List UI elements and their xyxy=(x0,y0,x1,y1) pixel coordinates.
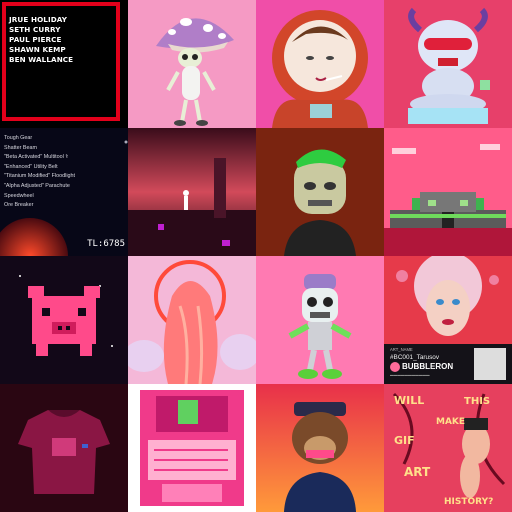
creator-handle: #BC001_Tarusov xyxy=(390,354,440,361)
word-gif: GIF xyxy=(394,434,415,447)
nft-tile-pixel-pig[interactable] xyxy=(0,256,128,384)
player-name: JRUE HOLIDAY xyxy=(9,15,68,24)
skeleton-artwork xyxy=(256,256,384,384)
list-item: Speedwheel xyxy=(4,192,34,199)
shirt-artwork xyxy=(0,384,128,512)
brand-name: BUBBLERON xyxy=(402,362,454,371)
word-history: HISTORY? xyxy=(444,497,493,507)
list-item: "Beta Activated" Multitool ⚕ xyxy=(4,154,69,161)
mushroom-artwork xyxy=(128,0,256,128)
player-name: PAUL PIERCE xyxy=(9,35,62,44)
list-item: "Titanium Modified" Floodlight xyxy=(4,173,76,180)
word-will: WILL xyxy=(394,394,424,407)
nft-tile-skeleton-character[interactable] xyxy=(256,256,384,384)
ape-artwork xyxy=(256,384,384,512)
list-item: Ore Breaker xyxy=(4,202,34,209)
nft-tile-art-history[interactable]: WILL THIS GIF MAKE ART HISTORY? xyxy=(384,384,512,512)
runner-artwork xyxy=(128,128,256,256)
nft-tile-green-hair-character[interactable] xyxy=(256,128,384,256)
list-item: Tough Gear xyxy=(4,135,33,141)
nft-tile-shirt[interactable] xyxy=(0,384,128,512)
word-art: ART xyxy=(404,465,431,479)
castle-artwork xyxy=(384,128,512,256)
green-hair-artwork xyxy=(256,128,384,256)
word-this: THIS xyxy=(464,396,490,407)
list-item: Shatter Beam xyxy=(4,144,37,151)
nft-gallery-grid: JRUE HOLIDAY SETH CURRY PAUL PIERCE SHAW… xyxy=(0,0,512,512)
meditating-artwork xyxy=(384,0,512,128)
floppy-artwork xyxy=(128,384,256,512)
nft-tile-floppy-disk[interactable] xyxy=(128,384,256,512)
word-make: MAKE xyxy=(436,417,465,427)
nft-tile-ape[interactable] xyxy=(256,384,384,512)
art-name-label: ART_NAME xyxy=(390,347,413,352)
pink-hair-artwork xyxy=(128,256,256,384)
nft-tile-meditating-character[interactable] xyxy=(384,0,512,128)
card-description-lines: ▬▬▬▬▬▬▬▬▬▬▬ xyxy=(390,373,430,377)
nft-tile-item-list[interactable]: Tough Gear Shatter Beam "Beta Activated"… xyxy=(0,128,128,256)
astronaut-artwork xyxy=(256,0,384,128)
list-item: "Enhanced" Utility Belt xyxy=(4,163,58,170)
bubble-icon xyxy=(390,362,400,372)
nft-tile-runner-scene[interactable] xyxy=(128,128,256,256)
item-list: Tough Gear Shatter Beam "Beta Activated"… xyxy=(4,134,75,211)
qr-code xyxy=(474,348,506,380)
pixel-pig-artwork xyxy=(0,256,128,384)
tl-value: TL:6785 xyxy=(87,239,125,249)
nft-tile-pink-hair-figure[interactable] xyxy=(128,256,256,384)
nft-tile-mushroom[interactable] xyxy=(128,0,256,128)
nft-tile-pixel-castle[interactable] xyxy=(384,128,512,256)
art-history-artwork: WILL THIS GIF MAKE ART HISTORY? xyxy=(384,384,512,512)
player-names-list: JRUE HOLIDAY SETH CURRY PAUL PIERCE SHAW… xyxy=(9,15,73,65)
list-item: "Alpha Adjusted" Parachute xyxy=(4,182,70,189)
player-name: BEN WALLANCE xyxy=(9,55,74,64)
player-name: SETH CURRY xyxy=(9,25,61,34)
nft-tile-astronaut[interactable] xyxy=(256,0,384,128)
nft-tile-player-names[interactable]: JRUE HOLIDAY SETH CURRY PAUL PIERCE SHAW… xyxy=(0,0,128,128)
nft-tile-bubbleron[interactable]: ART_NAME #BC001_Tarusov BUBBLERON ▬▬▬▬▬▬… xyxy=(384,256,512,384)
player-name: SHAWN KEMP xyxy=(9,45,66,54)
